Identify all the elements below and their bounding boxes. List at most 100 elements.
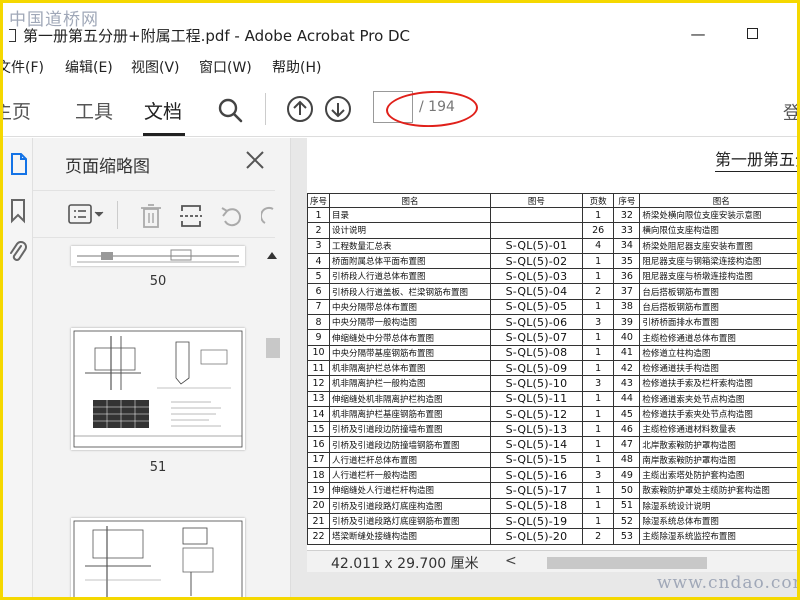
thumbnails-scrollbar[interactable]	[265, 246, 280, 597]
window-title: 第一册第五分册+附属工程.pdf - Adobe Acrobat Pro DC	[23, 27, 411, 45]
table-cell: 53	[613, 528, 641, 545]
menu-bar: 文件(F) 编辑(E) 视图(V) 窗口(W) 帮助(H)	[3, 53, 797, 79]
table-row: 16 引桥及引道段边防撞墙钢筋布置图 S-QL(5)-14 1 47 北岸散索鞍防护罩构造…	[307, 436, 797, 453]
col-header: 图号	[490, 193, 583, 208]
table-cell: 45	[613, 405, 641, 423]
menu-window[interactable]: 窗口(W)	[199, 57, 252, 77]
status-bar: 42.011 x 29.700 厘米 <	[307, 550, 797, 572]
table-cell: 1	[581, 329, 615, 346]
table-cell: 5	[307, 268, 331, 285]
rotate-counterclockwise-icon[interactable]	[219, 203, 245, 233]
table-row: 20 引桥及引道段路灯底座构造图 S-QL(5)-18 1 51 除湿系统设计说明	[307, 497, 797, 514]
table-cell: 主缆检修通道材料数量表	[639, 421, 797, 438]
table-cell: 13	[307, 390, 331, 407]
scroll-up-icon[interactable]	[267, 252, 277, 259]
extract-pages-icon[interactable]	[179, 203, 203, 233]
next-page-icon[interactable]	[324, 95, 352, 127]
thumbnail-page-50[interactable]	[71, 246, 245, 266]
table-cell: 16	[307, 436, 331, 453]
scrollbar-thumb[interactable]	[266, 338, 280, 358]
table-cell: 台后搭板钢筋布置图	[639, 298, 797, 316]
menu-edit[interactable]: 编辑(E)	[65, 57, 113, 77]
table-row: 4 桥面附属总体平面布置图 S-QL(5)-02 1 35 阻尼器支座与钢箱梁连接构造图	[307, 252, 797, 270]
table-cell: S-QL(5)-14	[490, 436, 583, 453]
minimize-button[interactable]: —	[683, 23, 713, 45]
table-cell: 35	[613, 252, 641, 270]
table-cell: 1	[581, 206, 615, 224]
thumbnail-page-51[interactable]	[71, 328, 245, 450]
table-row: 17 人行道栏杆总体布置图 S-QL(5)-15 1 48 南岸散索鞍防护罩构造图	[307, 451, 797, 469]
toolbar-separator	[265, 93, 266, 125]
rotate-clockwise-icon[interactable]	[259, 203, 275, 233]
delete-icon[interactable]	[139, 203, 163, 233]
table-cell: 2	[307, 222, 331, 239]
attachment-icon[interactable]	[9, 240, 27, 272]
sign-in-link[interactable]: 登	[783, 99, 797, 125]
menu-file[interactable]: 文件(F)	[3, 57, 44, 77]
table-cell: 32	[613, 206, 641, 224]
table-cell: S-QL(5)-05	[490, 298, 583, 316]
scroll-left-icon[interactable]: <	[505, 553, 517, 569]
table-cell: 18	[307, 467, 331, 484]
table-cell: 40	[613, 329, 641, 346]
table-cell: 1	[581, 436, 615, 453]
col-header: 页数	[581, 193, 615, 208]
thumbnail-page-52[interactable]	[71, 518, 245, 597]
app-doc-icon	[9, 29, 16, 42]
table-cell: 37	[613, 283, 641, 300]
table-cell: 44	[613, 390, 641, 407]
options-menu-icon[interactable]	[67, 203, 107, 231]
tab-tools[interactable]: 工具	[75, 97, 113, 124]
table-cell: 17	[307, 451, 331, 469]
table-cell: 8	[307, 314, 331, 331]
page-thumbnails-icon[interactable]	[9, 152, 29, 180]
table-cell: 机非隔离护栏总体布置图	[329, 359, 492, 377]
table-cell: 桥面附属总体平面布置图	[329, 252, 492, 270]
table-cell: 阻尼器支座与桥墩连接构造图	[639, 268, 797, 285]
table-cell: 人行道栏杆总体布置图	[329, 451, 492, 469]
table-cell: 中央分隔带总体布置图	[329, 298, 492, 316]
maximize-button[interactable]	[737, 23, 767, 45]
table-row: 5 引桥段人行道总体布置图 S-QL(5)-03 1 36 阻尼器支座与桥墩连接构造图	[307, 268, 797, 285]
horizontal-scrollbar-thumb[interactable]	[547, 557, 707, 569]
col-header: 图名	[639, 193, 797, 208]
table-cell: S-QL(5)-18	[490, 497, 583, 514]
table-row: 19 伸缩缝处人行道栏杆构造图 S-QL(5)-17 1 50 散索鞍防护罩处主缆防护套构…	[307, 482, 797, 499]
table-cell: 36	[613, 268, 641, 285]
table-cell: 目录	[329, 206, 492, 224]
table-cell: 52	[613, 512, 641, 530]
previous-page-icon[interactable]	[286, 95, 314, 127]
table-cell: 引桥及引道段路灯底座钢筋布置图	[329, 512, 492, 530]
table-cell: 桥梁处横向限位支座安装示意图	[639, 206, 797, 224]
tab-home[interactable]: 主页	[3, 97, 31, 124]
table-cell: 横向限位支座构造图	[639, 222, 797, 239]
tab-document[interactable]: 文档	[144, 97, 182, 124]
table-cell: S-QL(5)-09	[490, 359, 583, 377]
table-cell: 1	[307, 206, 331, 224]
table-cell: 检修通道索夹处节点构造图	[639, 390, 797, 407]
table-cell: 设计说明	[329, 222, 492, 239]
table-cell: 引桥及引道段边防撞墙钢筋布置图	[329, 436, 492, 453]
table-cell: 桥梁处阻尼器支座安装布置图	[639, 237, 797, 254]
table-cell: 伸缩缝处中分带总体布置图	[329, 329, 492, 346]
search-icon[interactable]	[217, 97, 243, 127]
close-icon[interactable]	[243, 148, 267, 172]
bookmark-icon[interactable]	[9, 198, 27, 228]
table-cell: 1	[581, 268, 615, 285]
table-cell: 7	[307, 298, 331, 316]
table-cell: 北岸散索鞍防护罩构造图	[639, 436, 797, 453]
col-header: 序号	[613, 193, 641, 208]
table-row: 9 伸缩缝处中分带总体布置图 S-QL(5)-07 1 40 主缆检修通道总体布置图	[307, 329, 797, 346]
menu-help[interactable]: 帮助(H)	[272, 57, 321, 77]
col-header: 图名	[329, 193, 492, 208]
table-cell: 机非隔离护栏基座钢筋布置图	[329, 405, 492, 423]
table-cell: S-QL(5)-20	[490, 528, 583, 545]
table-cell: 14	[307, 405, 331, 423]
document-heading: 第一册第五分	[715, 146, 797, 172]
thumbnails-panel: 页面缩略图 50 51	[33, 138, 291, 597]
table-cell: 42	[613, 359, 641, 377]
menu-view[interactable]: 视图(V)	[131, 57, 180, 77]
table-cell: 49	[613, 467, 641, 484]
table-cell: S-QL(5)-04	[490, 283, 583, 300]
table-row: 18 人行道栏杆一般构造图 S-QL(5)-16 3 49 主缆出索塔处防护套构造图	[307, 467, 797, 484]
